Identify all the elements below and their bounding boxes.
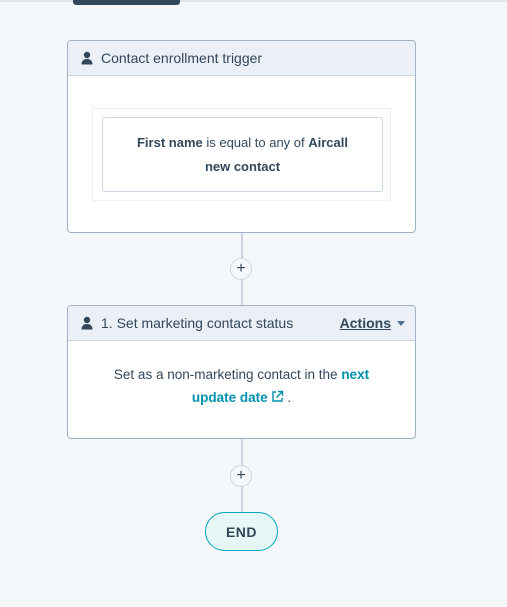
next-update-date-link-part2: update date <box>191 390 268 405</box>
action-card-header: 1. Set marketing contact status Actions <box>68 306 415 341</box>
next-update-date-link-part1[interactable]: next <box>341 367 369 382</box>
action-title: 1. Set marketing contact status <box>101 315 294 331</box>
action-body-text: Set as a non-marketing contact in the <box>113 367 342 382</box>
action-description: Set as a non-marketing contact in the ne… <box>68 341 415 409</box>
person-icon <box>81 316 93 330</box>
external-link-icon <box>271 390 283 402</box>
trigger-criteria-group: First name is equal to any of Aircall ne… <box>92 108 391 201</box>
trigger-criteria-filter[interactable]: First name is equal to any of Aircall ne… <box>102 117 383 192</box>
add-step-button-2[interactable]: + <box>230 465 252 487</box>
criteria-field: First name <box>136 135 203 150</box>
criteria-operator: is equal to any of <box>202 135 309 150</box>
add-step-button-1[interactable]: + <box>230 258 252 280</box>
next-update-date-link[interactable]: update date <box>192 390 284 405</box>
action-card[interactable]: 1. Set marketing contact status Actions … <box>67 305 416 439</box>
end-node: END <box>205 512 278 551</box>
caret-down-icon <box>397 320 405 326</box>
criteria-value-part1: Aircall <box>308 135 348 150</box>
person-icon <box>81 51 93 65</box>
active-tab-indicator <box>73 0 180 5</box>
trigger-card-header: Contact enrollment trigger <box>68 41 415 76</box>
action-body-end: . <box>287 390 292 405</box>
criteria-value-part2: new contact <box>204 159 281 174</box>
actions-dropdown[interactable]: Actions <box>340 315 405 331</box>
trigger-title: Contact enrollment trigger <box>101 50 263 66</box>
actions-label: Actions <box>339 315 391 331</box>
enrollment-trigger-card[interactable]: Contact enrollment trigger First name is… <box>67 40 416 233</box>
